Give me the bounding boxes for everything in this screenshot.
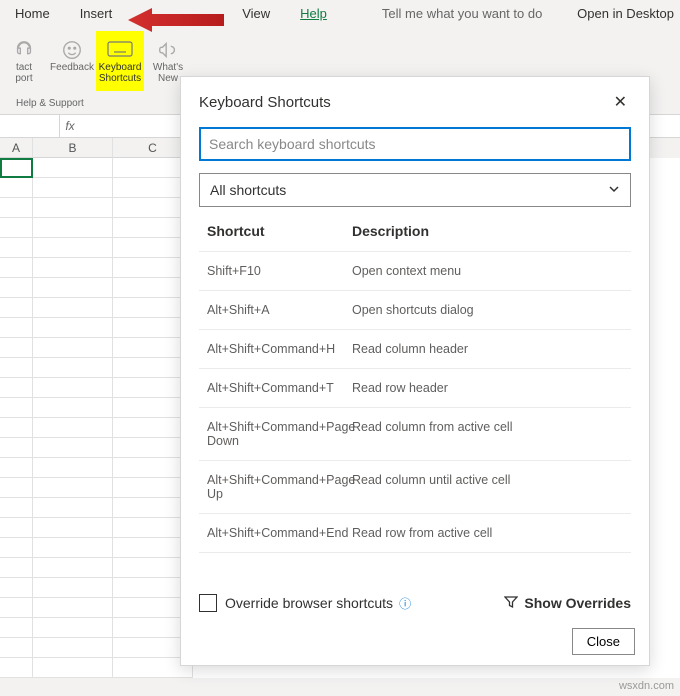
ribbon-tabs: Home Insert View Help Tell me what you w… bbox=[0, 0, 680, 26]
desc-cell: Open shortcuts dialog bbox=[352, 303, 623, 317]
close-button[interactable]: Close bbox=[572, 628, 635, 655]
name-box[interactable] bbox=[0, 115, 60, 137]
shortcut-cell: Alt+Shift+A bbox=[207, 303, 352, 317]
tab-help[interactable]: Help bbox=[285, 6, 342, 21]
shortcut-cell: Alt+Shift+Command+T bbox=[207, 381, 352, 395]
headset-icon bbox=[10, 38, 38, 62]
keyboard-shortcuts-label-1: Keyboard bbox=[99, 62, 142, 73]
tab-home[interactable]: Home bbox=[0, 6, 65, 21]
table-row: Alt+Shift+AOpen shortcuts dialog bbox=[199, 291, 631, 330]
col-header-shortcut: Shortcut bbox=[207, 223, 352, 239]
active-cell[interactable] bbox=[0, 158, 33, 178]
dialog-body: All shortcuts Shortcut Description Shift… bbox=[181, 127, 649, 580]
keyboard-shortcuts-label-2: Shortcuts bbox=[99, 73, 141, 84]
shortcut-cell: Alt+Shift+Command+H bbox=[207, 342, 352, 356]
search-input[interactable] bbox=[209, 136, 621, 152]
open-in-desktop[interactable]: Open in Desktop bbox=[577, 6, 674, 21]
keyboard-shortcuts-dialog: Keyboard Shortcuts ✕ All shortcuts Short… bbox=[180, 76, 650, 666]
tab-view[interactable]: View bbox=[227, 6, 285, 21]
table-row: Alt+Shift+Command+EndRead row from activ… bbox=[199, 514, 631, 553]
desc-cell: Read row from active cell bbox=[352, 526, 623, 540]
table-row: Alt+Shift+Command+Page UpRead column unt… bbox=[199, 461, 631, 514]
info-icon[interactable]: ⓘ bbox=[399, 595, 411, 612]
keyboard-shortcuts-button[interactable]: Keyboard Shortcuts bbox=[96, 31, 144, 91]
desc-cell: Read column header bbox=[352, 342, 623, 356]
smile-icon bbox=[58, 38, 86, 62]
shortcut-cell: Alt+Shift+Command+End bbox=[207, 526, 352, 540]
table-row: Alt+Shift+Command+TRead row header bbox=[199, 369, 631, 408]
col-header-B[interactable]: B bbox=[33, 138, 113, 158]
fx-icon[interactable]: fx bbox=[60, 119, 80, 133]
desc-cell: Read column until active cell bbox=[352, 473, 623, 501]
desc-cell: Read column from active cell bbox=[352, 420, 623, 448]
col-header-description: Description bbox=[352, 223, 623, 239]
filter-dropdown[interactable]: All shortcuts bbox=[199, 173, 631, 207]
contact-support-label-2: port bbox=[15, 73, 32, 84]
close-icon[interactable]: ✕ bbox=[610, 88, 631, 116]
shortcut-cell: Shift+F10 bbox=[207, 264, 352, 278]
show-overrides-button[interactable]: Show Overrides bbox=[504, 595, 631, 612]
table-header: Shortcut Description bbox=[199, 223, 631, 252]
dialog-title: Keyboard Shortcuts bbox=[199, 94, 331, 111]
whats-new-label-2: New bbox=[158, 73, 178, 84]
watermark: wsxdn.com bbox=[619, 680, 674, 692]
dialog-footer-options: Override browser shortcuts ⓘ Show Overri… bbox=[181, 580, 649, 622]
search-box[interactable] bbox=[199, 127, 631, 161]
ribbon-group-label: Help & Support bbox=[16, 98, 84, 109]
desc-cell: Open context menu bbox=[352, 264, 623, 278]
table-row: Alt+Shift+Command+Page DownRead column f… bbox=[199, 408, 631, 461]
filter-icon bbox=[504, 595, 518, 612]
override-label: Override browser shortcuts bbox=[225, 595, 393, 611]
tell-me-search[interactable]: Tell me what you want to do bbox=[382, 6, 542, 21]
contact-support-button[interactable]: tact port bbox=[0, 31, 48, 91]
spacer bbox=[71, 73, 74, 84]
whats-new-label-1: What's bbox=[153, 62, 183, 73]
contact-support-label-1: tact bbox=[16, 62, 32, 73]
shortcut-cell: Alt+Shift+Command+Page Up bbox=[207, 473, 352, 501]
shortcut-cell: Alt+Shift+Command+Page Down bbox=[207, 420, 352, 448]
keyboard-icon bbox=[106, 38, 134, 62]
col-header-A[interactable]: A bbox=[0, 138, 33, 158]
feedback-button[interactable]: Feedback bbox=[48, 31, 96, 91]
table-row: Alt+Shift+Command+HRead column header bbox=[199, 330, 631, 369]
desc-cell: Read row header bbox=[352, 381, 623, 395]
override-checkbox[interactable] bbox=[199, 594, 217, 612]
show-overrides-label: Show Overrides bbox=[524, 595, 631, 611]
dialog-footer-actions: Close bbox=[181, 622, 649, 665]
filter-label: All shortcuts bbox=[210, 182, 286, 198]
tab-insert[interactable]: Insert bbox=[65, 6, 128, 21]
dialog-header: Keyboard Shortcuts ✕ bbox=[181, 77, 649, 127]
feedback-label: Feedback bbox=[50, 62, 94, 73]
shortcuts-table: Shift+F10Open context menu Alt+Shift+AOp… bbox=[199, 252, 631, 580]
megaphone-icon bbox=[154, 38, 182, 62]
chevron-down-icon bbox=[608, 182, 620, 198]
table-row: Shift+F10Open context menu bbox=[199, 252, 631, 291]
